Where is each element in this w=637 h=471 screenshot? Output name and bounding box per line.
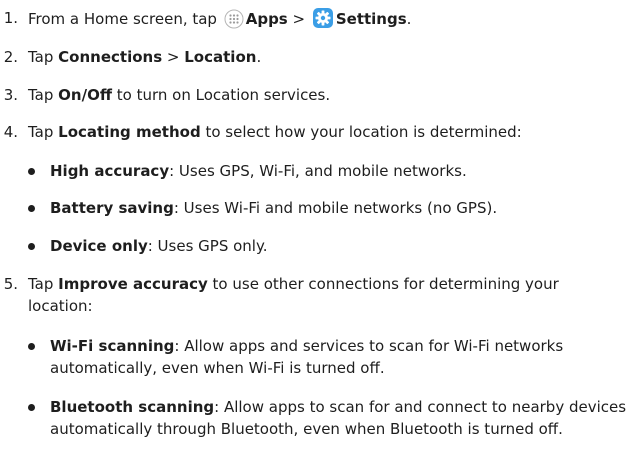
step-text: From a Home screen, tap Apps > Settings.: [28, 7, 411, 35]
bullet-text: Bluetooth scanning: Allow apps to scan f…: [50, 396, 633, 440]
bullet-desc: : Uses GPS only.: [147, 237, 268, 255]
instructions-page: 1. From a Home screen, tap Apps > Settin…: [0, 0, 637, 471]
step-number: 4.: [3, 123, 18, 141]
step-1: 1. From a Home screen, tap Apps > Settin…: [0, 7, 633, 29]
step-3-text-post: to turn on Location services.: [111, 86, 331, 104]
bullet-dot: [28, 404, 35, 411]
bullet-text: Wi-Fi scanning: Allow apps and services …: [50, 335, 633, 379]
bullet-dot: [28, 205, 35, 212]
separator: >: [162, 48, 185, 66]
apps-label: Apps: [245, 10, 288, 28]
bullet-term: Wi-Fi scanning: [50, 337, 175, 355]
apps-grid-icon: [224, 9, 244, 35]
bullet-term: Bluetooth scanning: [50, 398, 215, 416]
locating-method-label: Locating method: [58, 123, 201, 141]
improve-accuracy-label: Improve accuracy: [58, 275, 208, 293]
bullet-term: Device only: [50, 237, 148, 255]
bullet-text: Battery saving: Uses Wi-Fi and mobile ne…: [50, 197, 633, 219]
bullet-term: High accuracy: [50, 162, 170, 180]
bullet-wifi-scanning: Wi-Fi scanning: Allow apps and services …: [28, 335, 633, 379]
separator: >: [287, 10, 310, 28]
bullet-text: Device only: Uses GPS only.: [50, 235, 633, 257]
step-text: Tap Locating method to select how your l…: [28, 121, 522, 143]
step-2-text-pre: Tap: [28, 48, 59, 66]
step-text: Tap Connections > Location.: [28, 46, 261, 68]
connections-label: Connections: [58, 48, 163, 66]
settings-gear-icon: [312, 7, 334, 35]
step-2-text-post: .: [256, 48, 262, 66]
bullet-desc: : Uses GPS, Wi-Fi, and mobile networks.: [169, 162, 467, 180]
step-5: 5. Tap Improve accuracy to use other con…: [0, 273, 633, 317]
settings-label: Settings: [335, 10, 407, 28]
step-number: 3.: [3, 86, 18, 104]
bullet-dot: [28, 243, 35, 250]
step-number: 1.: [3, 9, 18, 27]
step-1-text-post: .: [406, 10, 412, 28]
bullet-dot: [28, 343, 35, 350]
step-4-text-post: to select how your location is determine…: [200, 123, 522, 141]
on-off-label: On/Off: [58, 86, 112, 104]
step-text: Tap On/Off to turn on Location services.: [28, 84, 330, 106]
step-5-text-pre: Tap: [28, 275, 59, 293]
step-3-text-pre: Tap: [28, 86, 59, 104]
bullet-desc: : Uses Wi-Fi and mobile networks (no GPS…: [173, 199, 498, 217]
step-text: Tap Improve accuracy to use other connec…: [28, 273, 608, 317]
step-1-text-pre: From a Home screen, tap: [28, 10, 222, 28]
bullet-bluetooth-scanning: Bluetooth scanning: Allow apps to scan f…: [28, 396, 633, 462]
bullet-term: Battery saving: [50, 199, 174, 217]
location-label: Location: [184, 48, 257, 66]
bullet-dot: [28, 168, 35, 175]
step-number: 5.: [3, 275, 18, 293]
step-number: 2.: [3, 48, 18, 66]
step-4-text-pre: Tap: [28, 123, 59, 141]
bullet-text: High accuracy: Uses GPS, Wi-Fi, and mobi…: [50, 160, 633, 182]
